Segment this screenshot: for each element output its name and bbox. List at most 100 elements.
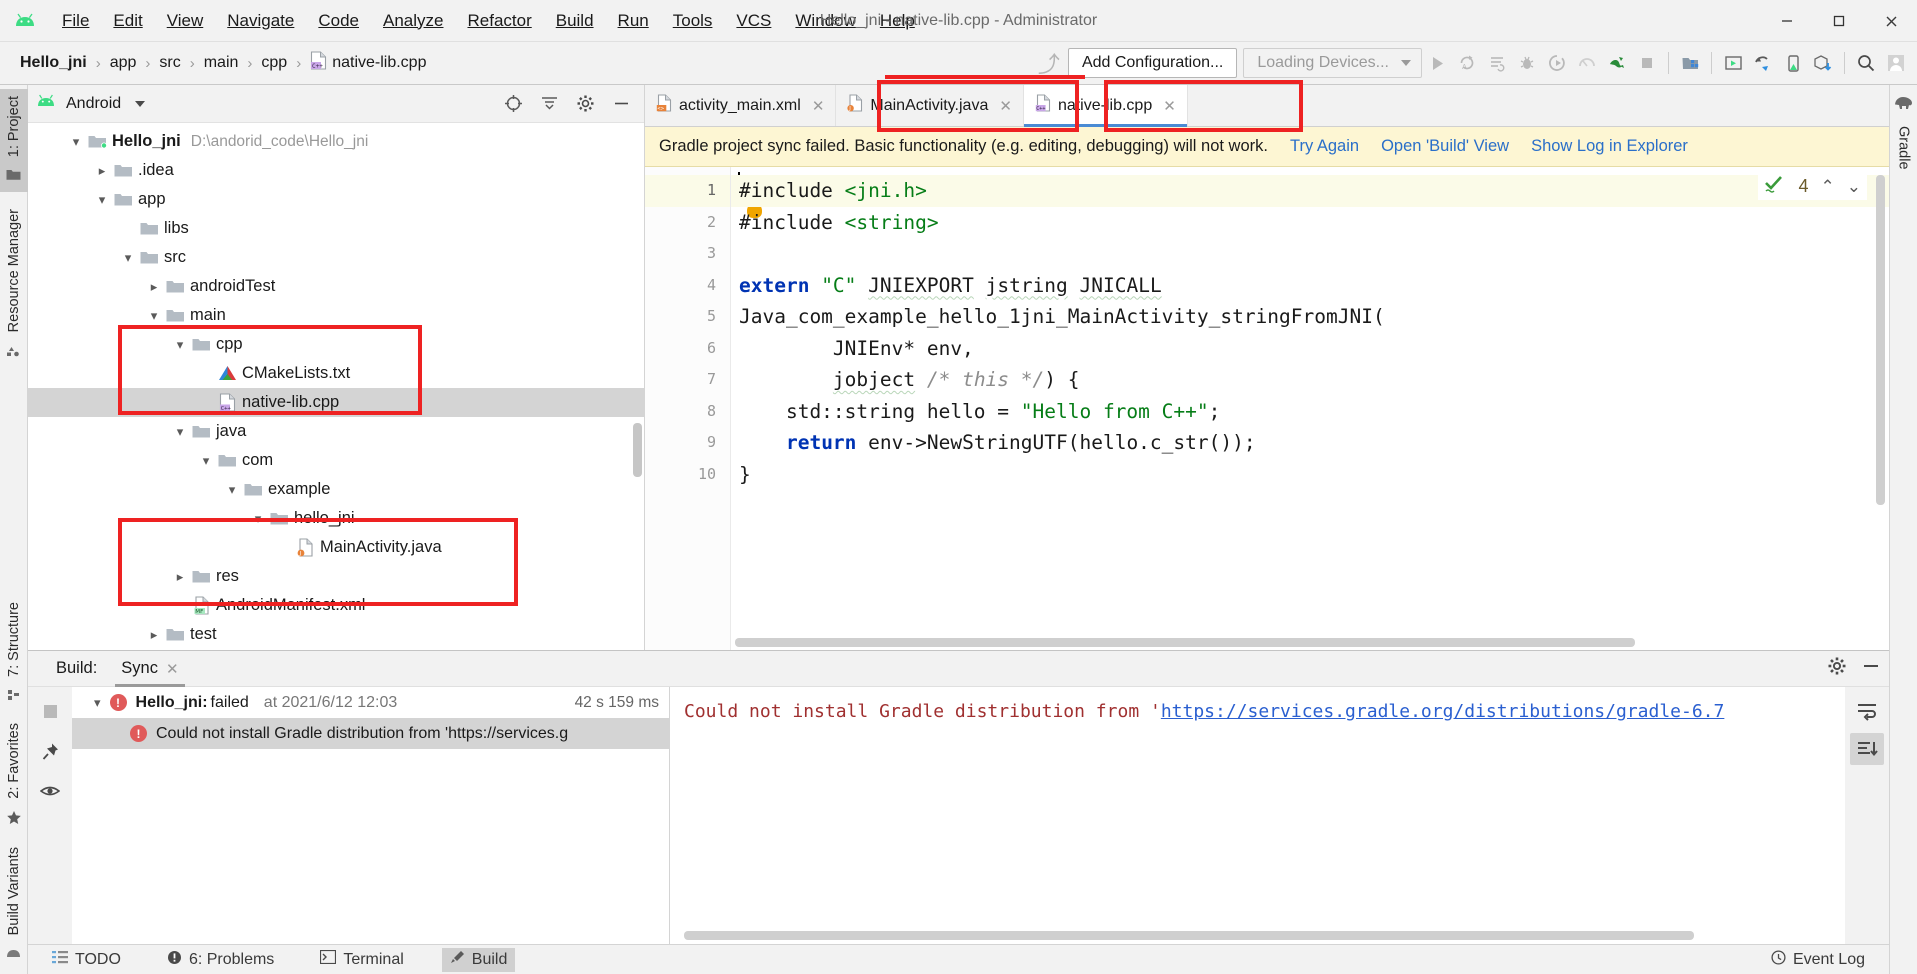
stop-icon[interactable] xyxy=(36,697,64,725)
tab-mainactivity-java[interactable]: J MainActivity.java ✕ xyxy=(836,85,1024,126)
sidebar-item-build-variants[interactable]: Build Variants xyxy=(5,840,22,970)
tree-row-example[interactable]: ▾ example xyxy=(28,475,644,504)
breadcrumb-item-cpp[interactable]: cpp xyxy=(257,52,291,74)
sync-gradle-icon[interactable] xyxy=(1748,48,1778,78)
menu-window[interactable]: Window xyxy=(783,7,867,35)
tree-row-main[interactable]: ▾ main xyxy=(28,301,644,330)
chevron-down-icon[interactable]: ▾ xyxy=(170,338,190,351)
breadcrumb-item-file[interactable]: C++ native-lib.cpp xyxy=(306,49,430,77)
lizard-icon[interactable] xyxy=(1602,48,1632,78)
build-tree-row-root[interactable]: ▾ ! Hello_jni: failed at 2021/6/12 12:03… xyxy=(72,687,669,718)
device-selector-dropdown[interactable]: Loading Devices... xyxy=(1243,48,1422,78)
chevron-down-icon[interactable]: ▾ xyxy=(144,309,164,322)
breadcrumb-item-app[interactable]: app xyxy=(106,52,141,74)
inspection-next-icon[interactable]: ⌄ xyxy=(1847,177,1861,197)
search-icon[interactable] xyxy=(1851,48,1881,78)
rerun-icon[interactable]: A xyxy=(1452,48,1482,78)
hide-panel-icon[interactable] xyxy=(606,90,636,118)
tab-sync[interactable]: Sync ✕ xyxy=(115,651,185,687)
inspection-widget[interactable]: 4 ⌃ ⌄ xyxy=(1758,173,1867,200)
chevron-down-icon[interactable]: ▾ xyxy=(248,512,268,525)
project-view-selector-label[interactable]: Android xyxy=(66,95,121,113)
add-configuration-button[interactable]: Add Configuration... xyxy=(1067,48,1238,78)
code-editor[interactable]: 1 2 3 4 5 6 7 8 9 10 #include <jni.h> #i… xyxy=(645,167,1889,650)
minimize-button[interactable] xyxy=(1761,0,1813,42)
tree-row-src[interactable]: ▾ src xyxy=(28,243,644,272)
chevron-down-icon[interactable]: ▾ xyxy=(170,425,190,438)
try-again-link[interactable]: Try Again xyxy=(1290,137,1359,156)
build-detail-horizontal-scrollbar[interactable] xyxy=(684,931,1694,940)
device-file-explorer-icon[interactable] xyxy=(1778,48,1808,78)
chevron-down-icon[interactable] xyxy=(135,100,146,107)
build-result-tree[interactable]: ▾ ! Hello_jni: failed at 2021/6/12 12:03… xyxy=(72,687,670,944)
sdk-download-icon[interactable] xyxy=(1808,48,1838,78)
build-tree-row-error[interactable]: ! Could not install Gradle distribution … xyxy=(72,718,669,749)
status-item-terminal[interactable]: Terminal xyxy=(312,948,411,971)
chevron-down-icon[interactable]: ▾ xyxy=(66,135,86,148)
menu-navigate[interactable]: Navigate xyxy=(215,7,306,35)
tree-row-native-lib-cpp[interactable]: C++ native-lib.cpp xyxy=(28,388,644,417)
apply-changes-icon[interactable] xyxy=(1482,48,1512,78)
chevron-right-icon[interactable]: ▸ xyxy=(170,570,190,583)
tree-row-java[interactable]: ▾ java xyxy=(28,417,644,446)
pin-icon[interactable] xyxy=(36,737,64,765)
tab-activity-main-xml[interactable]: <> activity_main.xml ✕ xyxy=(645,85,837,126)
close-icon[interactable]: ✕ xyxy=(999,97,1012,115)
editor-vertical-scrollbar[interactable] xyxy=(1876,175,1885,505)
eye-icon[interactable] xyxy=(36,777,64,805)
attach-debugger-icon[interactable] xyxy=(1542,48,1572,78)
tree-row-android-manifest[interactable]: MF AndroidManifest.xml xyxy=(28,591,644,620)
tree-row-hello-jni[interactable]: ▾ Hello_jni D:\andorid_code\Hello_jni xyxy=(28,127,644,156)
tree-row-app[interactable]: ▾ app xyxy=(28,185,644,214)
project-tree-scrollbar[interactable] xyxy=(633,423,642,477)
breadcrumb-item-main[interactable]: main xyxy=(200,52,243,74)
collapse-all-icon[interactable] xyxy=(534,90,564,118)
tree-row-com[interactable]: ▾ com xyxy=(28,446,644,475)
tree-row-cmakelists[interactable]: CMakeLists.txt xyxy=(28,359,644,388)
gradle-distribution-link[interactable]: https://services.gradle.org/distribution… xyxy=(1161,701,1725,722)
chevron-down-icon[interactable]: ▾ xyxy=(196,454,216,467)
run-icon[interactable] xyxy=(1422,48,1452,78)
sidebar-item-favorites[interactable]: 2: Favorites xyxy=(6,716,22,840)
tree-row-hello-jni-pkg[interactable]: ▾ hello_jni xyxy=(28,504,644,533)
inspection-prev-icon[interactable]: ⌃ xyxy=(1821,177,1835,197)
debug-icon[interactable] xyxy=(1512,48,1542,78)
menu-tools[interactable]: Tools xyxy=(661,7,725,35)
profiler-icon[interactable] xyxy=(1572,48,1602,78)
sdk-manager-icon[interactable] xyxy=(1675,48,1705,78)
scroll-to-end-icon[interactable] xyxy=(1850,733,1884,765)
menu-edit[interactable]: Edit xyxy=(101,7,154,35)
close-icon[interactable]: ✕ xyxy=(166,660,179,678)
status-item-problems[interactable]: 6: Problems xyxy=(159,948,282,972)
sidebar-item-resource-manager[interactable]: Resource Manager xyxy=(6,202,22,365)
close-icon[interactable]: ✕ xyxy=(1163,97,1176,115)
breadcrumb-item-project[interactable]: Hello_jni xyxy=(16,52,91,74)
build-detail-pane[interactable]: Could not install Gradle distribution fr… xyxy=(670,687,1845,944)
tree-row-android-test[interactable]: ▸ androidTest xyxy=(28,272,644,301)
profile-icon[interactable] xyxy=(1881,48,1911,78)
menu-view[interactable]: View xyxy=(155,7,216,35)
menu-build[interactable]: Build xyxy=(544,7,606,35)
status-item-event-log[interactable]: Event Log xyxy=(1763,948,1873,972)
project-tree[interactable]: ▾ Hello_jni D:\andorid_code\Hello_jni ▸ … xyxy=(28,123,644,650)
chevron-down-icon[interactable]: ▾ xyxy=(118,251,138,264)
menu-analyze[interactable]: Analyze xyxy=(371,7,455,35)
menu-run[interactable]: Run xyxy=(606,7,661,35)
editor-horizontal-scrollbar[interactable] xyxy=(735,638,1635,647)
chevron-down-icon[interactable]: ▾ xyxy=(92,193,112,206)
menu-vcs[interactable]: VCS xyxy=(724,7,783,35)
sidebar-item-structure[interactable]: 7: Structure xyxy=(6,595,22,716)
menu-file[interactable]: File xyxy=(50,7,101,35)
avd-manager-icon[interactable] xyxy=(1718,48,1748,78)
open-build-view-link[interactable]: Open 'Build' View xyxy=(1381,137,1509,156)
tree-row-res[interactable]: ▸ res xyxy=(28,562,644,591)
tree-row-mainactivity-java[interactable]: J MainActivity.java xyxy=(28,533,644,562)
chevron-down-icon[interactable]: ▾ xyxy=(94,696,101,709)
tree-row-libs[interactable]: libs xyxy=(28,214,644,243)
breadcrumb-item-src[interactable]: src xyxy=(155,52,184,74)
maximize-button[interactable] xyxy=(1813,0,1865,42)
chevron-right-icon[interactable]: ▸ xyxy=(144,280,164,293)
menu-refactor[interactable]: Refactor xyxy=(455,7,543,35)
sidebar-item-gradle-label[interactable]: Gradle xyxy=(1896,120,1912,176)
tab-native-lib-cpp[interactable]: C++ native-lib.cpp ✕ xyxy=(1023,85,1188,127)
